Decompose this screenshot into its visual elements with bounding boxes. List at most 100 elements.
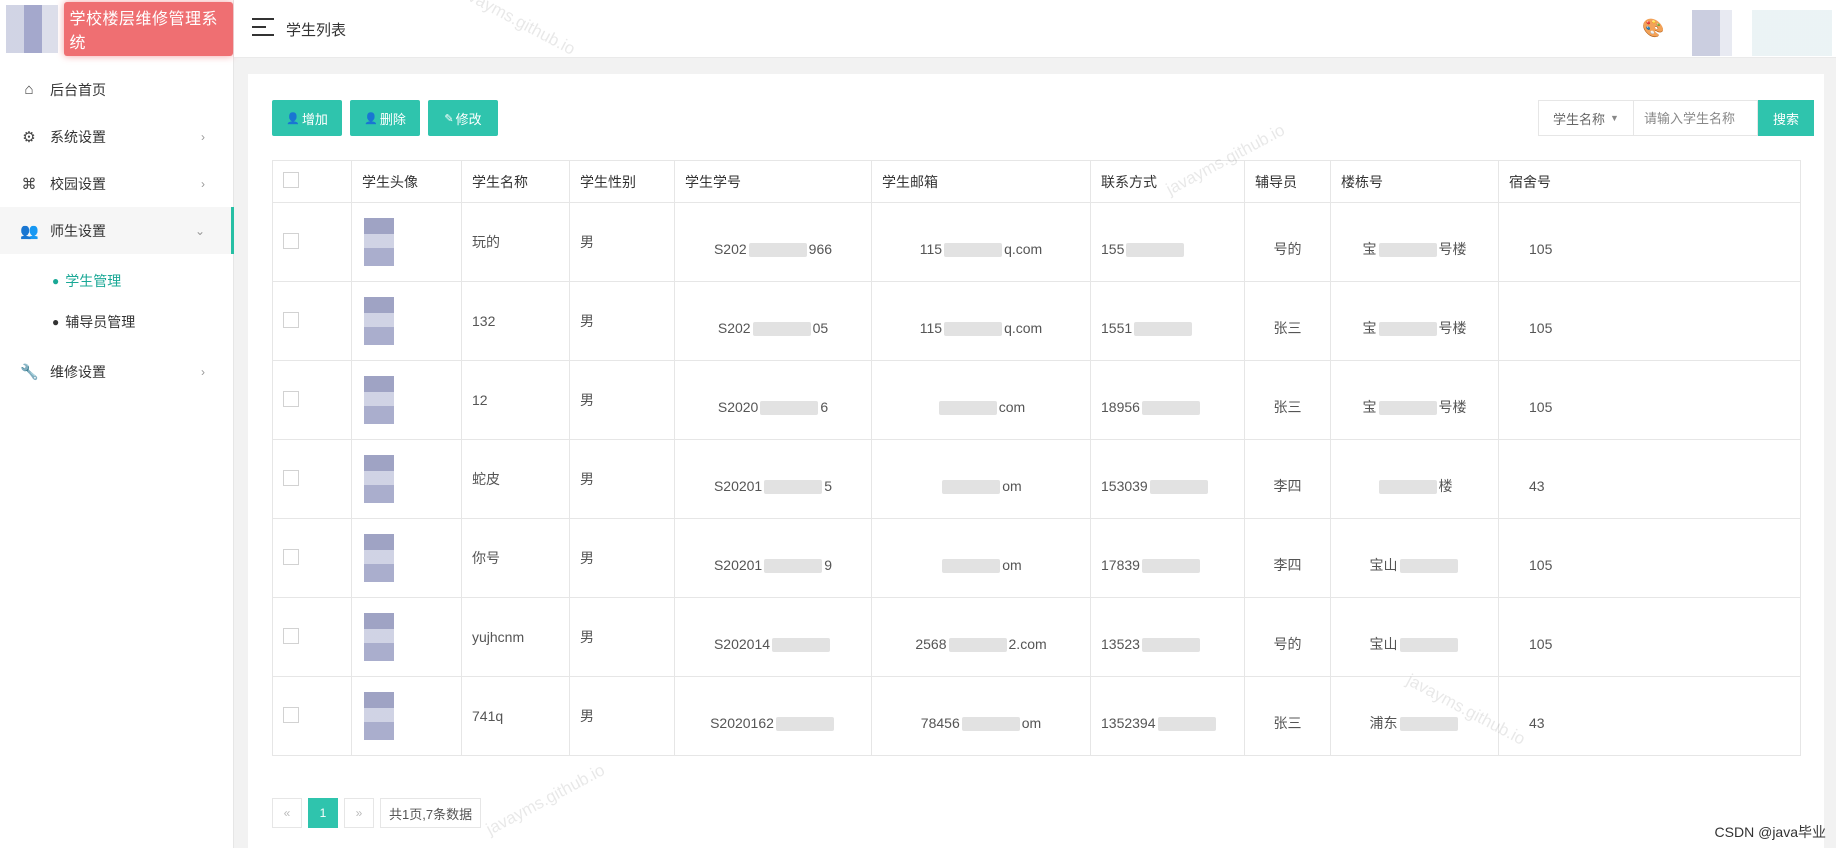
table-row[interactable]: yujhcnm 男 S202014 2568 2.com 13523 号的 宝山 … bbox=[272, 597, 1801, 677]
column-header: 学生学号 bbox=[674, 160, 872, 203]
redacted-block bbox=[1399, 717, 1458, 732]
user-avatar[interactable] bbox=[1692, 10, 1832, 56]
redacted-block bbox=[772, 638, 831, 653]
add-button[interactable]: 👤 增加 bbox=[272, 100, 342, 136]
wrench-icon: 🔧 bbox=[20, 363, 39, 381]
row-checkbox[interactable] bbox=[283, 706, 299, 723]
sidebar-item-home[interactable]: ⌂ 后台首页 bbox=[0, 66, 233, 113]
table-row[interactable]: 蛇皮 男 S20201 5 om 153039 李四 楼 43 bbox=[272, 439, 1801, 519]
next-page-button[interactable]: » bbox=[344, 798, 374, 828]
table-row[interactable]: 你号 男 S20201 9 om 17839 李四 宝山 105 bbox=[272, 518, 1801, 598]
sidebar-item-system-settings[interactable]: ⚙ 系统设置 › bbox=[0, 113, 233, 160]
sidebar-item-repair-settings[interactable]: 🔧 维修设置 › bbox=[0, 348, 233, 395]
student-phone: 153039 bbox=[1090, 439, 1245, 519]
student-dorm: 105 bbox=[1498, 597, 1801, 677]
student-email: 2568 2.com bbox=[871, 597, 1091, 677]
palette-icon[interactable]: 🎨 bbox=[1642, 18, 1664, 38]
users-icon: 👥 bbox=[20, 222, 39, 240]
row-checkbox[interactable] bbox=[283, 548, 299, 565]
row-checkbox[interactable] bbox=[283, 311, 299, 328]
row-checkbox[interactable] bbox=[283, 390, 299, 407]
edit-icon: ✎ bbox=[444, 112, 454, 125]
student-id-suffix: 05 bbox=[812, 319, 829, 336]
column-header: 学生名称 bbox=[461, 160, 570, 203]
redacted-block bbox=[1378, 401, 1437, 416]
logo[interactable]: 学校楼层维修管理系统 bbox=[0, 0, 233, 58]
student-gender: 男 bbox=[569, 518, 675, 598]
redacted-block bbox=[764, 480, 823, 495]
delete-button[interactable]: 👤 删除 bbox=[350, 100, 420, 136]
student-phone-prefix: 13523 bbox=[1101, 635, 1140, 652]
student-building: 宝山 bbox=[1330, 518, 1499, 598]
sidebar-item-counselor-management[interactable]: ● 辅导员管理 bbox=[0, 301, 233, 342]
redacted-block bbox=[1126, 243, 1185, 258]
student-dorm: 105 bbox=[1498, 360, 1801, 440]
student-id-prefix: S202014 bbox=[713, 635, 771, 652]
building-prefix: 宝 bbox=[1362, 320, 1377, 336]
redacted-block bbox=[961, 717, 1020, 732]
student-dorm: 105 bbox=[1498, 202, 1801, 282]
search-field-select[interactable]: 学生名称 ▼ bbox=[1538, 100, 1634, 136]
sidebar-item-student-management[interactable]: ● 学生管理 bbox=[0, 260, 233, 301]
student-counselor: 李四 bbox=[1244, 439, 1331, 519]
prev-page-button[interactable]: « bbox=[272, 798, 302, 828]
pagination-info: 共1页,7条数据 bbox=[380, 798, 482, 828]
select-all-checkbox[interactable] bbox=[283, 172, 299, 188]
table-row[interactable]: 132 男 S202 05 115 q.com 1551 张三 宝 号楼 105 bbox=[272, 281, 1801, 361]
pagination: « 1 » 共1页,7条数据 bbox=[272, 798, 482, 828]
search-input[interactable] bbox=[1634, 100, 1758, 136]
redacted-block bbox=[944, 243, 1003, 258]
sidebar-menu: ⌂ 后台首页 ⚙ 系统设置 › ⌘ 校园设置 › 👥 师生设置 ⌄ ● 学生管理… bbox=[0, 66, 234, 395]
row-checkbox[interactable] bbox=[283, 232, 299, 249]
avatar-cell bbox=[351, 518, 462, 598]
student-id-suffix: 966 bbox=[808, 240, 833, 257]
home-icon: ⌂ bbox=[24, 81, 34, 98]
student-name: 玩的 bbox=[461, 202, 570, 282]
building-suffix: 号楼 bbox=[1438, 241, 1467, 257]
row-checkbox[interactable] bbox=[283, 469, 299, 486]
student-id-prefix: S20201 bbox=[713, 556, 763, 573]
column-header: 学生性别 bbox=[569, 160, 675, 203]
sidebar-item-campus-settings[interactable]: ⌘ 校园设置 › bbox=[0, 160, 233, 207]
student-building: 浦东 bbox=[1330, 676, 1499, 756]
table-row[interactable]: 12 男 S2020 6 com 18956 张三 宝 号楼 105 bbox=[272, 360, 1801, 440]
student-email: 115 q.com bbox=[871, 202, 1091, 282]
chevron-down-icon: ⌄ bbox=[194, 223, 205, 238]
row-checkbox-cell bbox=[272, 281, 352, 361]
student-gender: 男 bbox=[569, 676, 675, 756]
menu-toggle-icon[interactable] bbox=[252, 18, 274, 36]
edit-button[interactable]: ✎ 修改 bbox=[428, 100, 498, 136]
top-bar: 学生列表 🎨 bbox=[234, 0, 1836, 58]
search-field-value: 学生名称 bbox=[1553, 111, 1606, 127]
chevron-right-icon: › bbox=[201, 176, 205, 191]
table-row[interactable]: 741q 男 S2020162 78456 om 1352394 张三 浦东 43 bbox=[272, 676, 1801, 756]
building-prefix: 宝山 bbox=[1369, 636, 1398, 652]
redacted-block bbox=[1141, 638, 1200, 653]
student-building: 宝 号楼 bbox=[1330, 360, 1499, 440]
student-phone: 1352394 bbox=[1090, 676, 1245, 756]
column-header: 辅导员 bbox=[1244, 160, 1331, 203]
search-button[interactable]: 搜索 bbox=[1758, 100, 1814, 136]
redacted-block bbox=[948, 638, 1007, 653]
avatar-cell bbox=[351, 202, 462, 282]
redacted-block bbox=[1141, 559, 1200, 574]
avatar-cell bbox=[351, 597, 462, 677]
student-id-prefix: S20201 bbox=[713, 477, 763, 494]
redacted-block bbox=[1399, 638, 1458, 653]
row-checkbox[interactable] bbox=[283, 627, 299, 644]
sidebar-item-teacher-student-settings[interactable]: 👥 师生设置 ⌄ bbox=[0, 207, 234, 254]
table-row[interactable]: 玩的 男 S202 966 115 q.com 155 号的 宝 号楼 105 bbox=[272, 202, 1801, 282]
student-avatar bbox=[364, 455, 394, 503]
source-watermark: CSDN @java毕业 bbox=[1714, 824, 1826, 840]
student-id: S202 05 bbox=[674, 281, 872, 361]
student-gender: 男 bbox=[569, 439, 675, 519]
column-header: 楼栋号 bbox=[1330, 160, 1499, 203]
redacted-block bbox=[1141, 401, 1200, 416]
redacted-block bbox=[1399, 559, 1458, 574]
student-phone-prefix: 18956 bbox=[1101, 398, 1140, 415]
student-email: com bbox=[871, 360, 1091, 440]
table-header-row: 学生头像 学生名称 学生性别 学生学号 学生邮箱 联系方式 辅导员 楼栋号 宿舍… bbox=[272, 160, 1801, 203]
user-minus-icon: 👤 bbox=[364, 112, 378, 125]
page-1-button[interactable]: 1 bbox=[308, 798, 338, 828]
student-phone-prefix: 1352394 bbox=[1101, 714, 1156, 731]
